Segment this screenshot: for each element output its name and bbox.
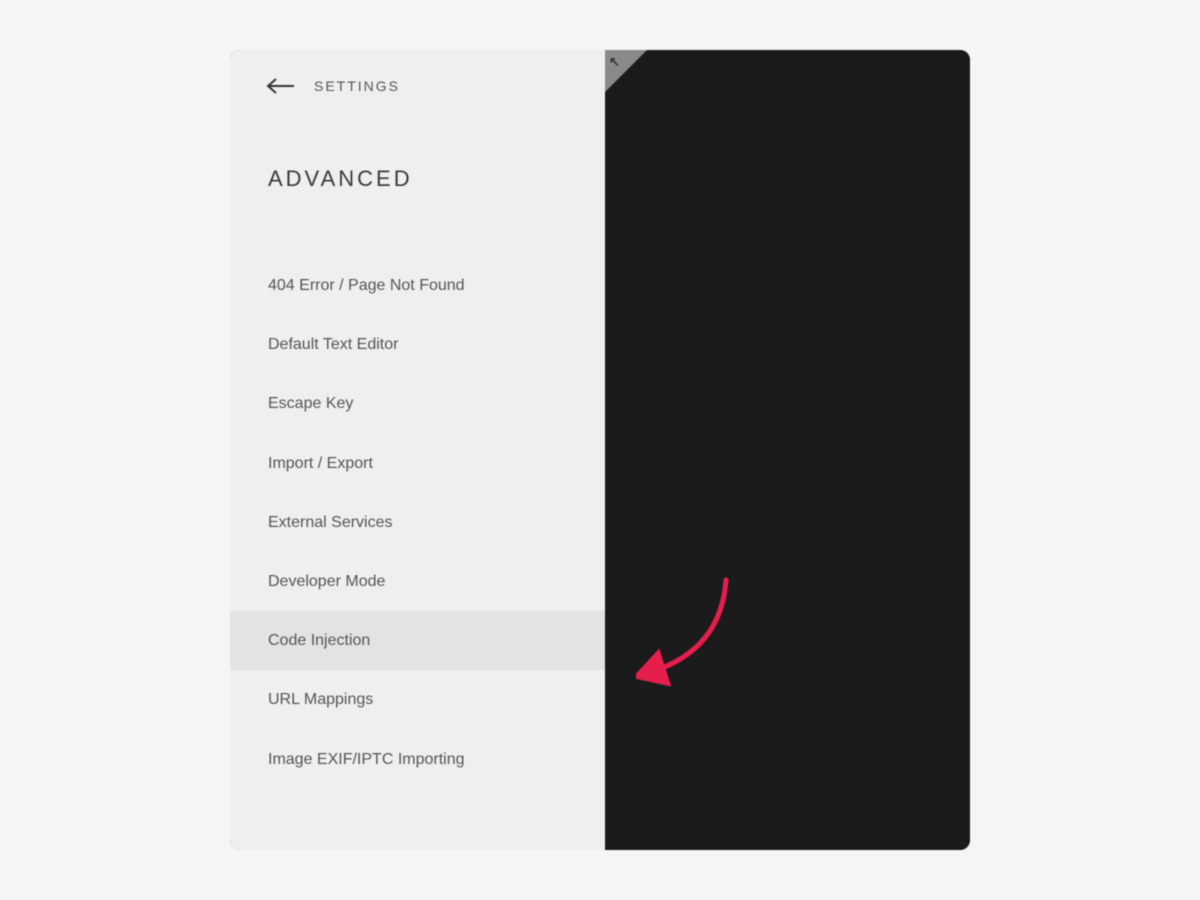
menu-item-developer-mode[interactable]: Developer Mode bbox=[230, 552, 605, 611]
settings-window: SETTINGS ADVANCED 404 Error / Page Not F… bbox=[230, 50, 970, 850]
menu-item-code-injection[interactable]: Code Injection bbox=[230, 611, 605, 670]
section-title: ADVANCED bbox=[230, 166, 605, 192]
sidebar-header: SETTINGS bbox=[230, 76, 605, 96]
menu-item-404-error[interactable]: 404 Error / Page Not Found bbox=[230, 256, 605, 315]
back-arrow-icon[interactable] bbox=[266, 76, 296, 96]
menu-item-default-text-editor[interactable]: Default Text Editor bbox=[230, 315, 605, 374]
menu-item-import-export[interactable]: Import / Export bbox=[230, 434, 605, 493]
menu-item-image-exif[interactable]: Image EXIF/IPTC Importing bbox=[230, 730, 605, 789]
advanced-menu: 404 Error / Page Not Found Default Text … bbox=[230, 256, 605, 789]
breadcrumb[interactable]: SETTINGS bbox=[314, 78, 400, 94]
preview-pane: ↖ bbox=[605, 50, 970, 850]
menu-item-url-mappings[interactable]: URL Mappings bbox=[230, 670, 605, 729]
menu-item-escape-key[interactable]: Escape Key bbox=[230, 374, 605, 433]
settings-sidebar: SETTINGS ADVANCED 404 Error / Page Not F… bbox=[230, 50, 605, 850]
menu-item-external-services[interactable]: External Services bbox=[230, 493, 605, 552]
expand-preview-button[interactable]: ↖ bbox=[605, 50, 647, 92]
expand-icon: ↖ bbox=[609, 54, 620, 70]
